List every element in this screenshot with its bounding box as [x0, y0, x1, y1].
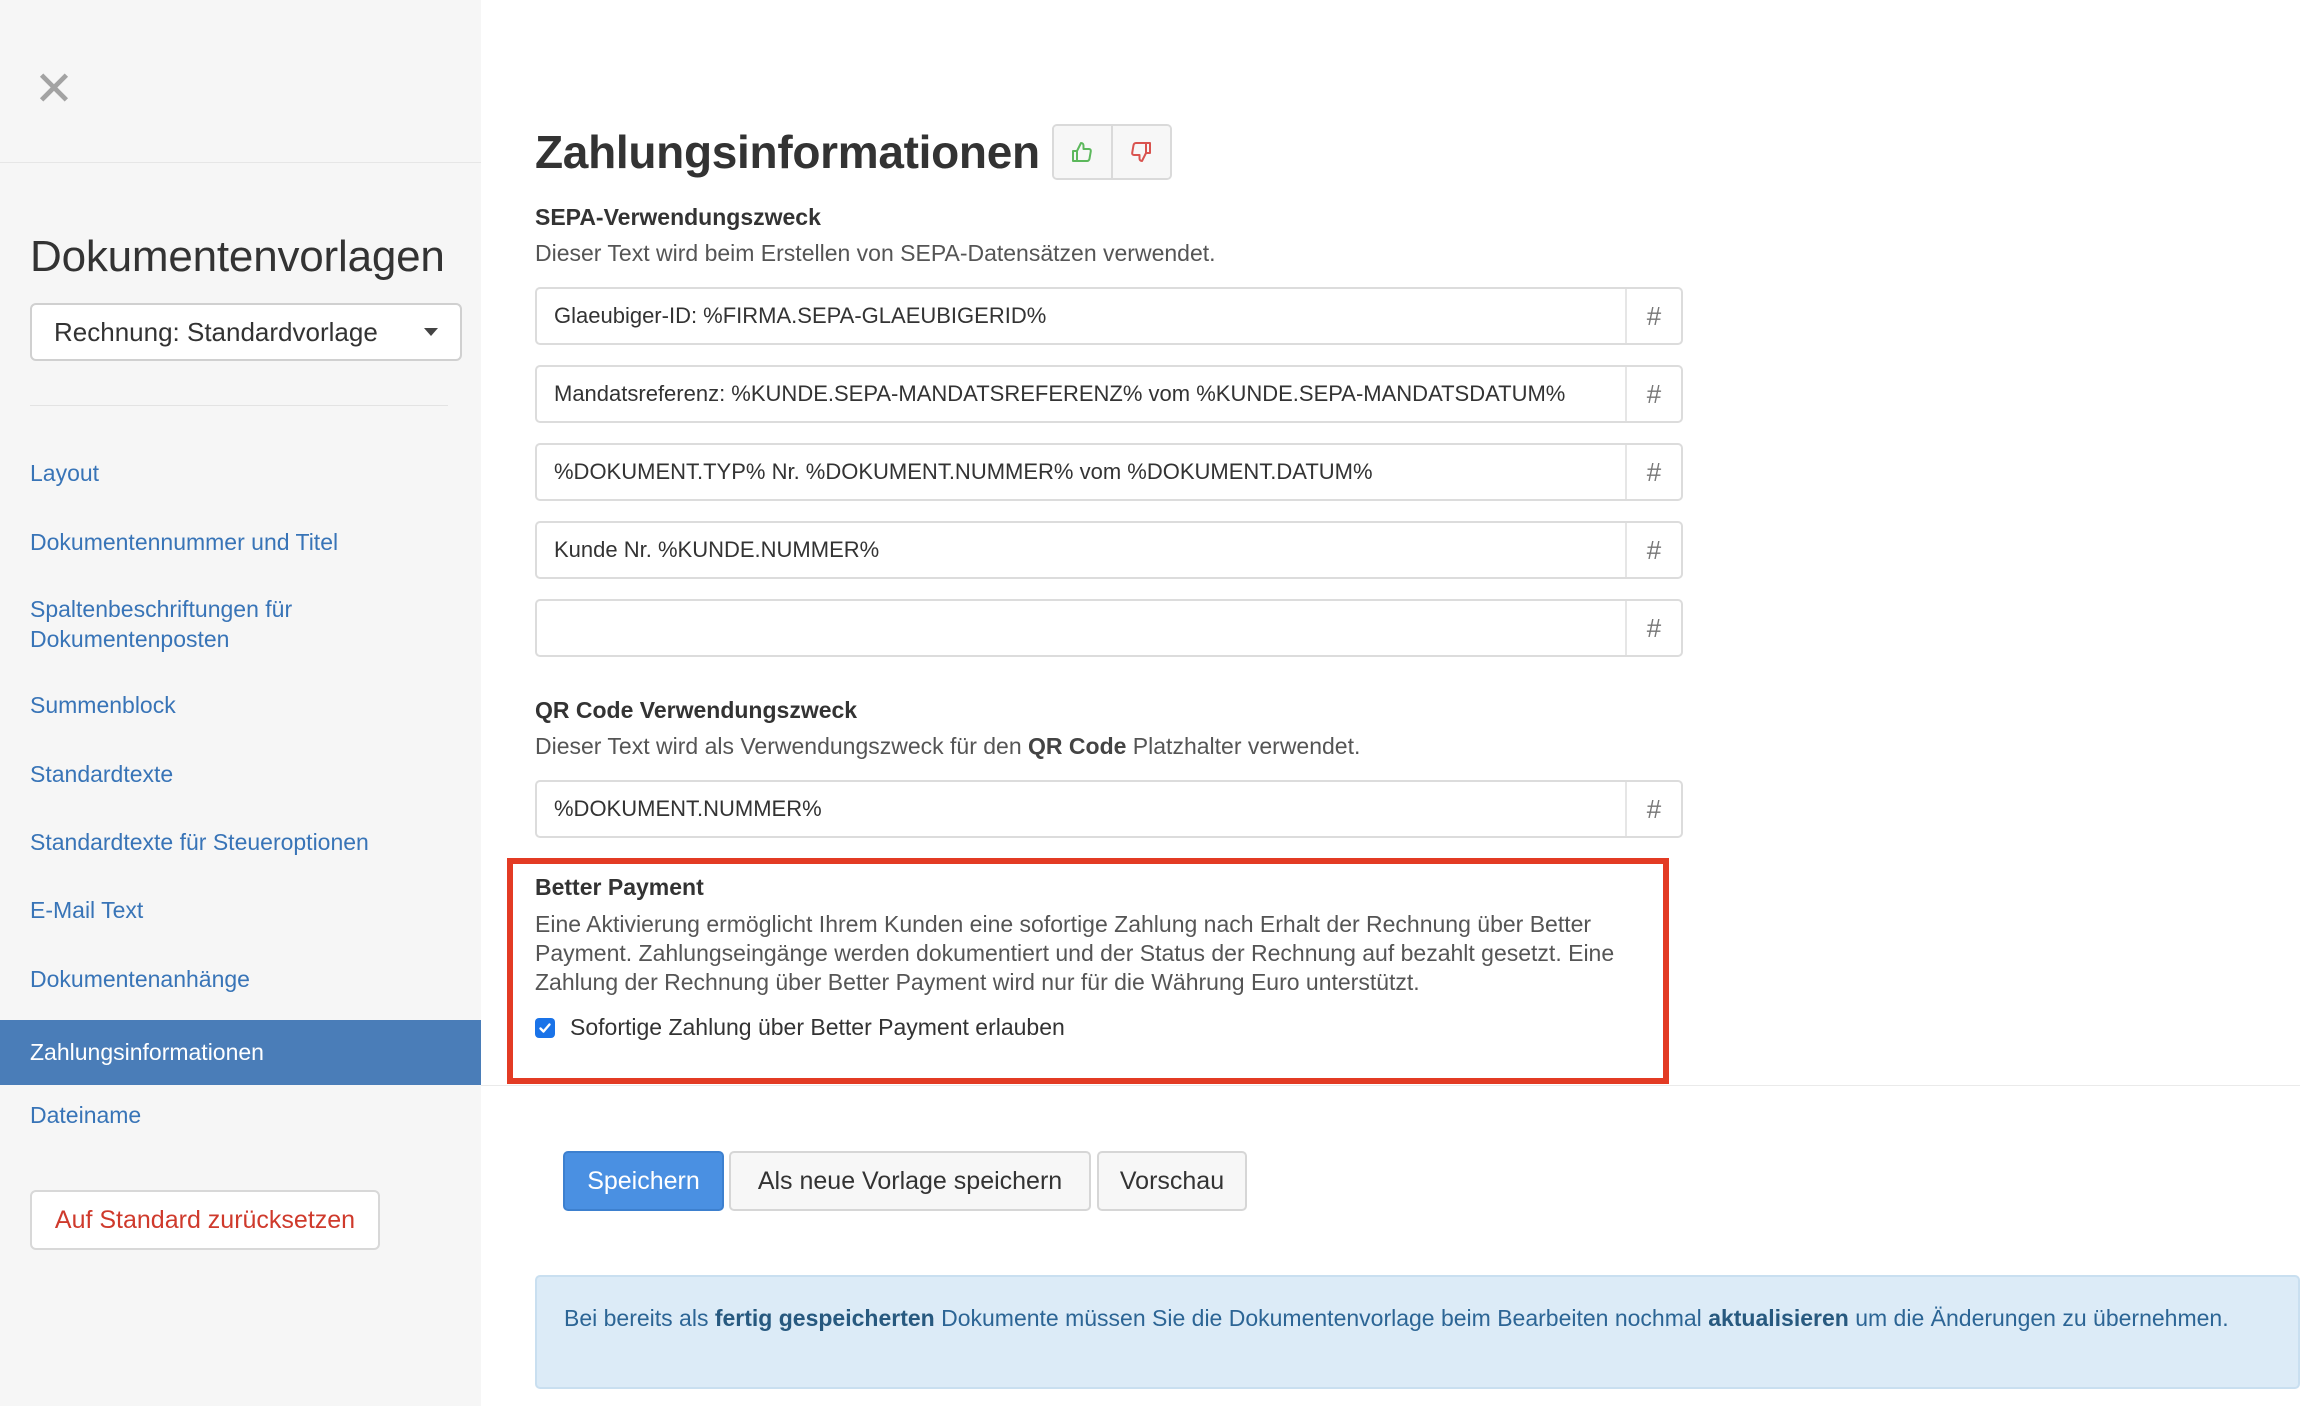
- sidebar-item-dokumentennummer[interactable]: Dokumentennummer und Titel: [0, 527, 481, 557]
- sidebar-item-dokumentenanhaenge[interactable]: Dokumentenanhänge: [0, 964, 481, 994]
- info-bold: aktualisieren: [1708, 1305, 1849, 1331]
- qr-description-bold: QR Code: [1028, 733, 1127, 759]
- better-payment-description: Eine Aktivierung ermöglicht Ihrem Kunden…: [535, 911, 1615, 995]
- better-payment-checkbox-label[interactable]: Sofortige Zahlung über Better Payment er…: [570, 1014, 1065, 1041]
- thumbs-down-button[interactable]: [1110, 126, 1170, 178]
- qr-description-text: Dieser Text wird als Verwendungszweck fü…: [535, 733, 1029, 759]
- sepa-field-3: #: [535, 443, 1683, 501]
- thumbs-up-icon: [1072, 142, 1093, 162]
- info-bold: fertig gespeicherten: [714, 1305, 935, 1331]
- qr-input[interactable]: [537, 782, 1625, 836]
- sidebar-item-zahlungsinformationen[interactable]: Zahlungsinformationen: [0, 1020, 481, 1085]
- sidebar-item-spaltenbeschriftungen[interactable]: Spaltenbeschriftungen für Dokumentenpost…: [0, 594, 481, 654]
- sepa-input-2[interactable]: [537, 367, 1625, 421]
- content-divider: [481, 1085, 2300, 1086]
- sepa-input-5[interactable]: [537, 601, 1625, 655]
- sidebar-item-dateiname[interactable]: Dateiname: [0, 1100, 481, 1130]
- placeholder-hash-icon[interactable]: #: [1625, 601, 1681, 655]
- sepa-description: Dieser Text wird beim Erstellen von SEPA…: [535, 240, 1216, 266]
- sidebar-divider: [0, 162, 481, 163]
- placeholder-hash-icon[interactable]: #: [1625, 782, 1681, 836]
- better-payment-option: Sofortige Zahlung über Better Payment er…: [535, 1014, 1065, 1041]
- qr-description: Dieser Text wird als Verwendungszweck fü…: [535, 733, 1360, 760]
- page-header: Zahlungsinformationen: [535, 124, 1172, 180]
- better-payment-label: Better Payment: [535, 874, 704, 900]
- reset-to-default-button[interactable]: Auf Standard zurücksetzen: [30, 1190, 380, 1250]
- sidebar-item-summenblock[interactable]: Summenblock: [0, 690, 481, 720]
- sidebar-item-steueroptionen[interactable]: Standardtexte für Steueroptionen: [0, 827, 481, 857]
- sepa-input-3[interactable]: [537, 445, 1625, 499]
- chevron-down-icon: [424, 328, 438, 336]
- better-payment-checkbox[interactable]: [535, 1017, 555, 1038]
- page-title: Zahlungsinformationen: [535, 126, 1040, 178]
- placeholder-hash-icon[interactable]: #: [1625, 367, 1681, 421]
- sepa-label: SEPA-Verwendungszweck: [535, 204, 821, 230]
- preview-button[interactable]: Vorschau: [1097, 1151, 1247, 1211]
- thumbs-down-icon: [1131, 142, 1152, 162]
- sidebar-divider: [30, 405, 448, 406]
- sepa-input-1[interactable]: [537, 289, 1625, 343]
- sepa-field-4: #: [535, 521, 1683, 579]
- info-text: um die Änderungen zu übernehmen.: [1848, 1305, 2229, 1331]
- info-alert: Bei bereits als fertig gespeicherten Dok…: [535, 1275, 2300, 1389]
- sidebar: ✕ Dokumentenvorlagen Rechnung: Standardv…: [0, 0, 481, 1406]
- template-select-value: Rechnung: Standardvorlage: [54, 316, 378, 347]
- placeholder-hash-icon[interactable]: #: [1625, 523, 1681, 577]
- main-content: Zahlungsinformationen SEPA-Verwendungszw…: [481, 0, 2300, 1406]
- sepa-field-1: #: [535, 287, 1683, 345]
- checkmark-icon: [539, 1022, 551, 1033]
- sidebar-title: Dokumentenvorlagen: [30, 232, 445, 281]
- sidebar-item-layout[interactable]: Layout: [0, 458, 481, 488]
- close-icon[interactable]: ✕: [34, 66, 74, 114]
- thumbs-up-button[interactable]: [1053, 126, 1111, 178]
- sepa-field-5: #: [535, 599, 1683, 657]
- sidebar-item-email-text[interactable]: E-Mail Text: [0, 895, 481, 925]
- qr-label: QR Code Verwendungszweck: [535, 697, 858, 723]
- save-as-new-template-button[interactable]: Als neue Vorlage speichern: [729, 1151, 1091, 1211]
- sepa-input-4[interactable]: [537, 523, 1625, 577]
- qr-description-text: Platzhalter verwendet.: [1126, 733, 1361, 759]
- placeholder-hash-icon[interactable]: #: [1625, 289, 1681, 343]
- feedback-buttons: [1051, 124, 1172, 180]
- info-text: Bei bereits als: [564, 1305, 715, 1331]
- sidebar-item-standardtexte[interactable]: Standardtexte: [0, 759, 481, 789]
- placeholder-hash-icon[interactable]: #: [1625, 445, 1681, 499]
- info-text: Dokumente müssen Sie die Dokumentenvorla…: [934, 1305, 1709, 1331]
- save-button[interactable]: Speichern: [563, 1151, 724, 1211]
- qr-field: #: [535, 780, 1683, 838]
- template-select[interactable]: Rechnung: Standardvorlage: [30, 303, 462, 361]
- sepa-field-2: #: [535, 365, 1683, 423]
